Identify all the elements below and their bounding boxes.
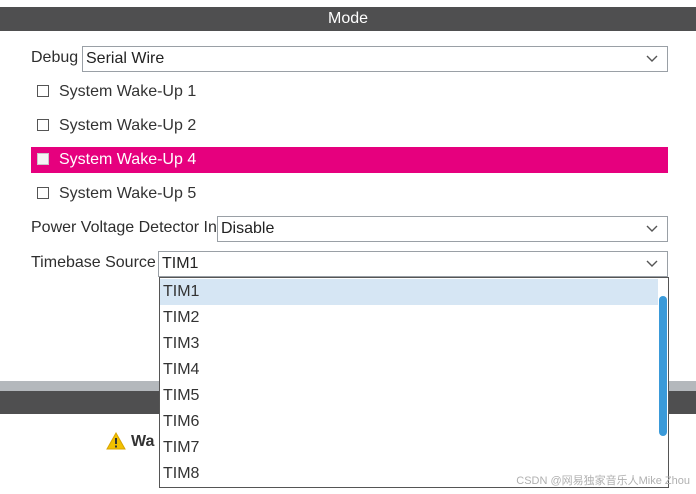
timebase-option[interactable]: TIM3 [160,331,658,357]
timebase-option[interactable]: TIM2 [160,305,658,331]
wakeup-2-row[interactable]: System Wake-Up 2 [31,113,668,139]
timebase-option[interactable]: TIM6 [160,409,658,435]
wakeup-4-label: System Wake-Up 4 [59,151,197,168]
timebase-option[interactable]: TIM4 [160,357,658,383]
timebase-label: Timebase Source [31,254,156,271]
pvd-select-value: Disable [221,220,275,237]
chevron-down-icon [646,260,658,267]
timebase-option[interactable]: TIM5 [160,383,658,409]
timebase-option[interactable]: TIM7 [160,435,658,461]
wakeup-2-label: System Wake-Up 2 [59,117,197,134]
wakeup-2-checkbox[interactable] [37,119,49,131]
warning-text: Wa [131,433,155,450]
wakeup-4-checkbox[interactable] [37,153,49,165]
dropdown-scrollbar-thumb[interactable] [659,296,667,436]
timebase-select[interactable]: TIM1 [158,251,668,277]
chevron-down-icon [646,225,658,232]
wakeup-1-label: System Wake-Up 1 [59,83,197,100]
debug-select-value: Serial Wire [86,50,165,67]
wakeup-5-label: System Wake-Up 5 [59,185,197,202]
wakeup-1-checkbox[interactable] [37,85,49,97]
wakeup-5-checkbox[interactable] [37,187,49,199]
chevron-down-icon [646,55,658,62]
timebase-dropdown-list[interactable]: TIM1 TIM2 TIM3 TIM4 TIM5 TIM6 TIM7 TIM8 [159,277,669,488]
debug-label: Debug [31,49,79,66]
wakeup-5-row[interactable]: System Wake-Up 5 [31,181,668,207]
pvd-label: Power Voltage Detector In [31,219,217,236]
wakeup-1-row[interactable]: System Wake-Up 1 [31,79,668,105]
debug-select[interactable]: Serial Wire [82,46,668,72]
watermark: CSDN @网易独家音乐人Mike Zhou [516,475,690,487]
timebase-select-value: TIM1 [162,255,199,272]
mode-panel-header: Mode [0,7,696,31]
timebase-option[interactable]: TIM1 [160,279,658,305]
warning-icon [106,432,126,450]
pvd-select[interactable]: Disable [217,216,668,242]
wakeup-4-row[interactable]: System Wake-Up 4 [31,147,668,173]
